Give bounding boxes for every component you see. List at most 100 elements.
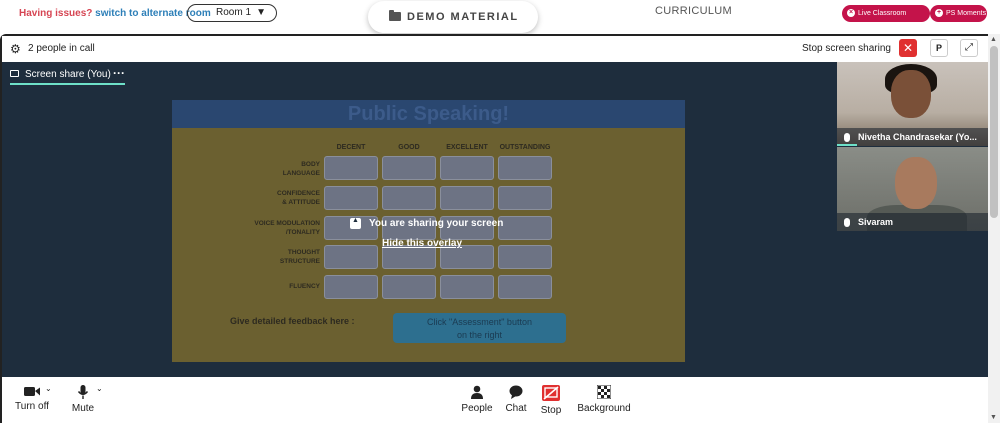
rating-cell: [498, 186, 552, 210]
mute-label: Mute: [71, 403, 95, 414]
row-header-line: FLUENCY: [289, 283, 320, 290]
slide-title: Public Speaking!: [172, 100, 685, 128]
curriculum-link[interactable]: CURRICULUM: [655, 5, 732, 17]
row-header: BODY LANGUAGE: [230, 160, 320, 178]
people-label: People: [461, 403, 493, 414]
demo-material-button[interactable]: DEMO MATERIAL: [368, 1, 538, 33]
chat-icon: [509, 385, 523, 399]
row-header-line: THOUGHT: [287, 249, 320, 256]
rating-cell: [324, 156, 378, 180]
page-scrollbar[interactable]: ▲ ▼: [988, 34, 1000, 423]
scroll-down-icon[interactable]: ▼: [990, 414, 997, 421]
participant-name: Nivetha Chandrasekar (Yo...: [837, 128, 988, 146]
rating-cell: [498, 275, 552, 299]
p-button[interactable]: P: [930, 39, 948, 57]
people-button[interactable]: People: [460, 385, 494, 414]
issue-notice: Having issues? switch to alternate room: [19, 8, 211, 19]
shared-slide: Public Speaking! DECENT GOOD EXCELLENT O…: [172, 100, 685, 362]
hide-overlay-link[interactable]: Hide this overlay: [382, 238, 462, 249]
rating-cell: [498, 216, 552, 240]
screen-share-icon: [10, 70, 19, 77]
background-icon: [597, 385, 611, 399]
rating-cell: [498, 245, 552, 269]
microphone-icon: [77, 385, 89, 399]
scroll-up-icon[interactable]: ▲: [990, 36, 997, 43]
microphone-icon: [844, 133, 850, 142]
chat-label: Chat: [505, 403, 527, 414]
participant-tile[interactable]: Nivetha Chandrasekar (Yo...: [837, 62, 988, 146]
participant-video: [891, 70, 931, 118]
column-header: DECENT: [336, 144, 366, 151]
rating-cell: [440, 275, 494, 299]
close-icon: ✕: [902, 41, 914, 55]
top-bar: Having issues? switch to alternate room …: [0, 0, 1000, 34]
people-count: 2 people in call: [28, 43, 95, 54]
microphone-icon: [844, 218, 850, 227]
ps-moments-label: PS Moments: [946, 10, 987, 17]
row-header-line: VOICE MODULATION: [254, 220, 320, 227]
live-support-label: Live Classroom Support: [858, 10, 907, 34]
rating-cell: [498, 156, 552, 180]
active-tab-underline: [10, 83, 125, 85]
row-header: FLUENCY: [230, 282, 320, 291]
column-header: EXCELLENT: [446, 144, 488, 151]
stop-share-icon: [542, 385, 560, 401]
call-stage: Screen share (You) ··· Public Speaking! …: [2, 62, 988, 377]
scrollbar-thumb[interactable]: [990, 46, 998, 218]
participant-tile[interactable]: Sivaram: [837, 147, 988, 231]
stop-share-button[interactable]: Stop: [537, 385, 565, 416]
call-toolbar: Turn off ⌄ Mute ⌄ People Chat Stop Backg…: [2, 377, 988, 425]
support-icon: ×: [847, 9, 855, 17]
ps-moments-button[interactable]: + PS Moments: [930, 5, 987, 22]
assessment-hint-line: on the right: [456, 330, 503, 340]
stop-sharing-close-button[interactable]: ✕: [899, 39, 917, 57]
rating-cell: [382, 156, 436, 180]
row-header-line: STRUCTURE: [279, 258, 320, 265]
feedback-label: Give detailed feedback here :: [230, 316, 355, 326]
mute-button[interactable]: Mute: [70, 385, 96, 414]
background-button[interactable]: Background: [575, 385, 633, 414]
background-label: Background: [577, 403, 631, 414]
assessment-hint: Click "Assessment" button on the right: [393, 313, 566, 343]
column-header: OUTSTANDING: [499, 144, 551, 151]
chevron-down-icon[interactable]: ⌄: [96, 384, 103, 393]
rating-cell: [324, 186, 378, 210]
camera-toggle-label: Turn off: [15, 401, 49, 412]
call-panel: ⚙ 2 people in call Stop screen sharing ✕…: [0, 34, 988, 425]
stop-label: Stop: [540, 405, 562, 416]
room-select-value: Room 1: [216, 7, 252, 18]
rating-cell: [382, 275, 436, 299]
row-header-line: & ATTITUDE: [282, 199, 320, 206]
live-classroom-support-button[interactable]: × Live Classroom Support: [842, 5, 930, 34]
row-header-line: BODY: [301, 161, 320, 168]
more-options-icon[interactable]: ···: [113, 66, 125, 80]
chat-button[interactable]: Chat: [503, 385, 529, 414]
row-header: VOICE MODULATION/TONALITY: [230, 219, 320, 237]
call-header: ⚙ 2 people in call Stop screen sharing ✕…: [2, 36, 988, 62]
demo-material-label: DEMO MATERIAL: [407, 11, 519, 23]
screen-share-tab-label: Screen share (You): [25, 69, 111, 80]
people-icon: [471, 385, 483, 399]
row-header: CONFIDENCE & ATTITUDE: [230, 189, 320, 207]
rating-cell: [440, 156, 494, 180]
expand-icon[interactable]: ⤢: [960, 39, 978, 57]
assessment-hint-line: Click "Assessment" button: [427, 317, 532, 327]
row-header-line: LANGUAGE: [282, 170, 320, 177]
rating-cell: [440, 186, 494, 210]
rating-cell: [324, 245, 378, 269]
chevron-down-icon: ▼: [256, 7, 266, 18]
rating-cell: [382, 186, 436, 210]
stop-screen-sharing-label: Stop screen sharing: [802, 43, 891, 54]
issue-text: Having issues?: [19, 8, 93, 19]
room-select[interactable]: Room 1 ▼: [187, 4, 277, 22]
gear-icon[interactable]: ⚙: [10, 42, 21, 56]
folder-icon: [389, 10, 401, 21]
chevron-down-icon[interactable]: ⌄: [45, 384, 52, 393]
row-header-line: CONFIDENCE: [277, 190, 320, 197]
rating-cell: [324, 275, 378, 299]
row-header: THOUGHT STRUCTURE: [230, 248, 320, 266]
ps-moments-icon: +: [935, 9, 943, 17]
slide-title-text: Public Speaking!: [347, 103, 510, 125]
column-header: GOOD: [398, 144, 420, 151]
row-header-line: /TONALITY: [285, 229, 320, 236]
